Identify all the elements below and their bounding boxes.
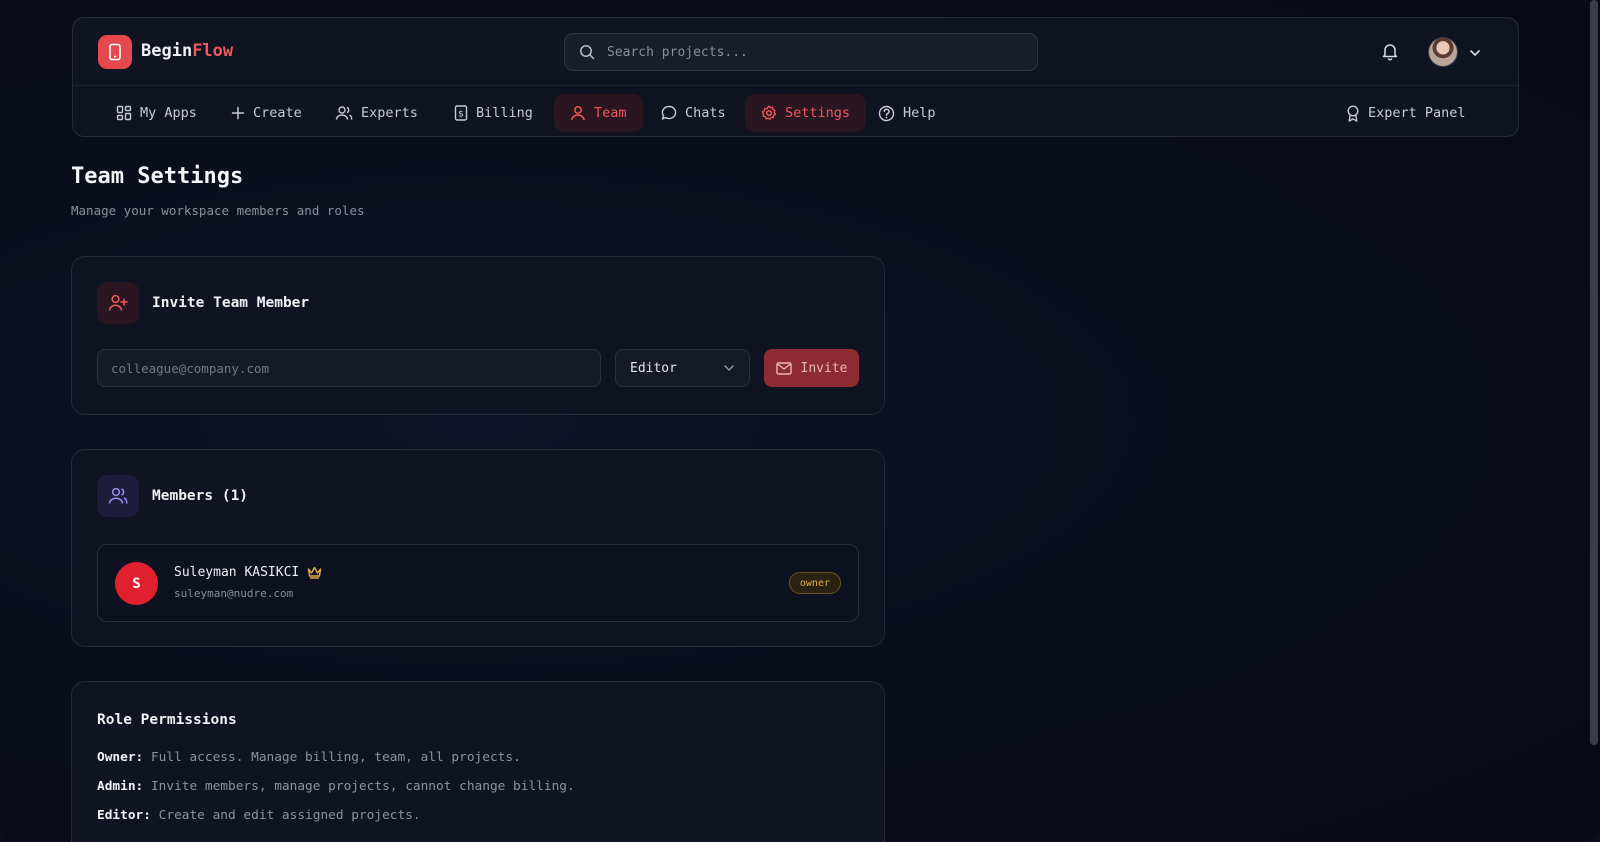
grid-icon <box>116 105 132 121</box>
nav-label: Expert Panel <box>1368 105 1466 121</box>
users-icon <box>97 475 139 517</box>
status-badge: owner <box>788 572 841 594</box>
user-icon <box>571 106 585 121</box>
invite-button-label: Invite <box>800 360 848 376</box>
invite-card: Invite Team Member Editor Invite <box>71 256 885 415</box>
nav-label: My Apps <box>140 105 197 121</box>
role-select-value: Editor <box>630 360 677 376</box>
nav-label: Help <box>903 105 936 121</box>
members-card: Members (1) S Suleyman KASIKCI suleyman@… <box>71 449 885 647</box>
invite-button[interactable]: Invite <box>764 349 859 387</box>
chevron-down-icon[interactable] <box>1468 45 1482 64</box>
page-title: Team Settings <box>71 164 244 189</box>
nav-item-team[interactable]: Team <box>554 94 643 132</box>
users-icon <box>335 106 353 120</box>
avatar: S <box>115 562 158 605</box>
mail-icon <box>775 361 792 375</box>
brand-name[interactable]: BeginFlow <box>141 41 233 61</box>
member-email: suleyman@nudre.com <box>174 587 294 600</box>
nav-label: Experts <box>361 105 418 121</box>
permission-desc: Create and edit assigned projects. <box>158 808 421 823</box>
brand-name-accent: Flow <box>192 41 234 61</box>
bell-icon[interactable] <box>1381 42 1399 65</box>
list-item[interactable]: S Suleyman KASIKCI suleyman@nudre.com ow… <box>97 544 859 622</box>
invite-card-title: Invite Team Member <box>152 295 310 311</box>
member-name: Suleyman KASIKCI <box>174 565 322 580</box>
invite-card-header: Invite Team Member <box>97 282 309 324</box>
crown-icon <box>308 566 322 579</box>
top-navigation-card: BeginFlow My Apps Create <box>72 17 1519 137</box>
logo-icon[interactable] <box>98 35 132 69</box>
role-select[interactable]: Editor <box>615 349 750 387</box>
header-bar: BeginFlow <box>73 18 1518 86</box>
member-name-text: Suleyman KASIKCI <box>174 565 300 580</box>
role-permissions-title: Role Permissions <box>97 712 237 728</box>
nav-item-my-apps[interactable]: My Apps <box>100 94 213 132</box>
nav-label: Team <box>594 105 627 121</box>
permission-role: Editor: <box>97 808 151 823</box>
page-subtitle: Manage your workspace members and roles <box>71 203 365 218</box>
gear-icon <box>761 105 777 120</box>
search-input[interactable] <box>607 44 1007 60</box>
nav-label: Create <box>253 105 302 121</box>
nav-item-experts[interactable]: Experts <box>319 94 434 132</box>
receipt-icon: $ <box>454 105 468 121</box>
chevron-down-icon <box>724 365 734 371</box>
permission-line-admin: Admin: Invite members, manage projects, … <box>97 779 575 794</box>
award-icon <box>1347 104 1359 122</box>
permission-desc: Invite members, manage projects, cannot … <box>150 779 575 794</box>
permission-line-editor: Editor: Create and edit assigned project… <box>97 808 421 823</box>
permission-desc: Full access. Manage billing, team, all p… <box>150 750 521 765</box>
nav-item-expert-panel[interactable]: Expert Panel <box>1330 94 1482 132</box>
nav-item-settings[interactable]: Settings <box>745 94 867 132</box>
plus-icon <box>231 106 245 120</box>
nav-item-billing[interactable]: $ Billing <box>438 94 549 132</box>
app-window: BeginFlow My Apps Create <box>0 0 1600 842</box>
members-card-header: Members (1) <box>97 475 248 517</box>
permission-role: Admin: <box>97 779 144 794</box>
main-nav: My Apps Create Experts $ Billing Team Ch… <box>73 87 1518 138</box>
nav-label: Billing <box>476 105 533 121</box>
nav-label: Chats <box>685 105 726 121</box>
search-bar[interactable] <box>564 33 1038 71</box>
email-field[interactable] <box>97 349 601 387</box>
help-icon <box>878 105 895 121</box>
svg-text:$: $ <box>458 110 464 120</box>
nav-item-create[interactable]: Create <box>215 94 318 132</box>
role-permissions-card: Role Permissions Owner: Full access. Man… <box>71 681 885 842</box>
user-avatar[interactable] <box>1428 37 1458 67</box>
permission-role: Owner: <box>97 750 144 765</box>
permission-line-owner: Owner: Full access. Manage billing, team… <box>97 750 521 765</box>
brand-name-main: Begin <box>141 41 193 61</box>
nav-item-chats[interactable]: Chats <box>645 94 742 132</box>
chat-icon <box>661 105 677 120</box>
search-icon <box>580 45 595 60</box>
scrollbar[interactable] <box>1590 0 1598 745</box>
nav-label: Settings <box>785 105 851 121</box>
nav-item-help[interactable]: Help <box>862 94 952 132</box>
user-plus-icon <box>97 282 139 324</box>
members-card-title: Members (1) <box>152 488 249 504</box>
